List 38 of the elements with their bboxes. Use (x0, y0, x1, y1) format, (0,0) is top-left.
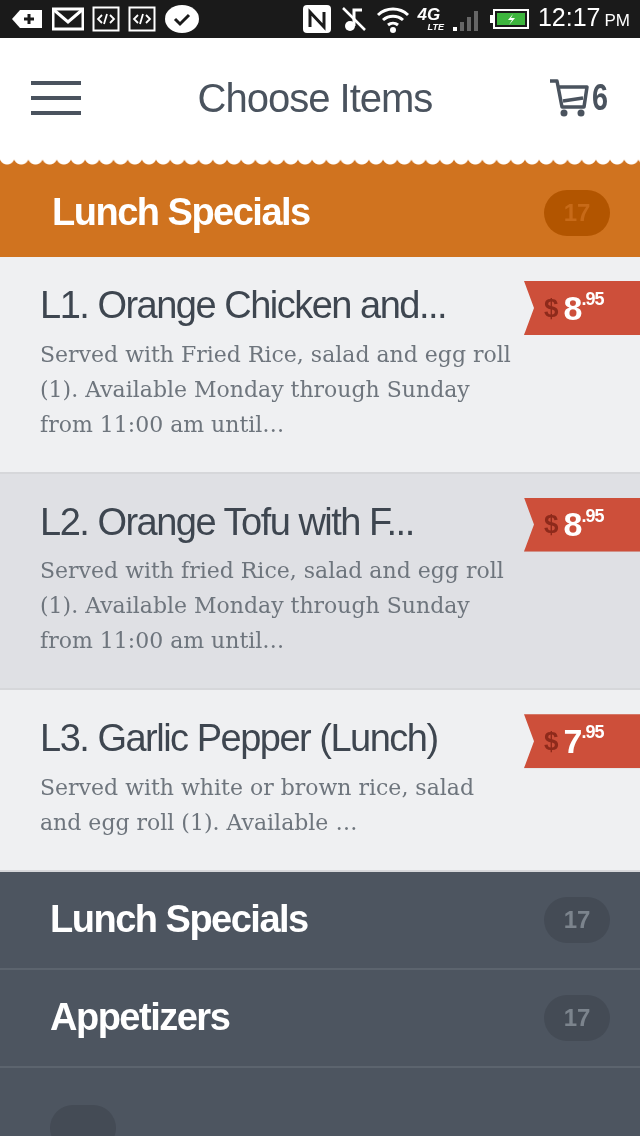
mail-icon (52, 7, 84, 31)
clock-time: 12:17 (537, 4, 601, 30)
count-badge: 17 (544, 994, 610, 1041)
cart-count: 6 (591, 76, 608, 120)
tag-plus-icon (10, 7, 44, 31)
category-row[interactable]: Lunch Specials 17 (0, 871, 640, 970)
item-name: L1. Orange Chicken and... (40, 283, 448, 328)
check-bubble-icon (164, 4, 200, 34)
currency-sign: $ (544, 291, 559, 325)
menu-icon[interactable] (30, 80, 82, 116)
price-text: 8$^{.95}$ (563, 504, 604, 546)
category-row[interactable]: Appetizers 17 (0, 969, 640, 1068)
count-badge: 17 (544, 896, 610, 943)
item-name: L3. Garlic Pepper (Lunch) (40, 716, 439, 762)
wifi-icon (375, 5, 410, 33)
menu-item[interactable]: L3. Garlic Pepper (Lunch) Served with white or brown rice, salad and egg roll (1). Available … $7$^{.95}$ (0, 690, 640, 872)
item-description: Served with fried Rice, salad and egg roll (1). Available Monday through Sunday from 11:00 am until… (40, 557, 505, 656)
menu-item[interactable]: L2. Orange Tofu with F... Served with fried Rice, salad and egg roll (1). Available Monday through Sunday from 11:00 am until… $8$^{.95}$ (0, 473, 640, 691)
nfc-icon (301, 4, 332, 34)
page-title: Choose Items (197, 75, 433, 122)
currency-sign: $ (544, 508, 559, 542)
item-description: Served with white or brown rice, salad and egg roll (1). Available … (40, 773, 475, 837)
code-icon (92, 6, 120, 32)
price-text: 7$^{.95}$ (563, 720, 604, 762)
menu-item[interactable]: L1. Orange Chicken and... Served with Fried Rice, salad and egg roll (1). Available Monday through Sunday from 11:00 am until… $8$^{.95}$ (0, 257, 640, 474)
item-description: Served with Fried Rice, salad and egg roll (1). Available Monday through Sunday from 11:00 am until… (40, 340, 512, 439)
category-title: Lunch Specials (52, 190, 310, 235)
category-title: Lunch Specials (50, 897, 308, 943)
cart-icon[interactable] (547, 78, 590, 118)
muted-note-icon (339, 5, 368, 33)
code-icon (128, 6, 156, 32)
item-name: L2. Orange Tofu with F... (40, 499, 415, 545)
price-text: 8$^{.95}$ (563, 287, 604, 329)
battery-icon (489, 8, 530, 30)
currency-sign: $ (544, 724, 559, 758)
clock-meridiem: PM (604, 9, 630, 32)
network-type-label: 4G LTE (417, 6, 444, 32)
category-title: Appetizers (50, 995, 230, 1041)
